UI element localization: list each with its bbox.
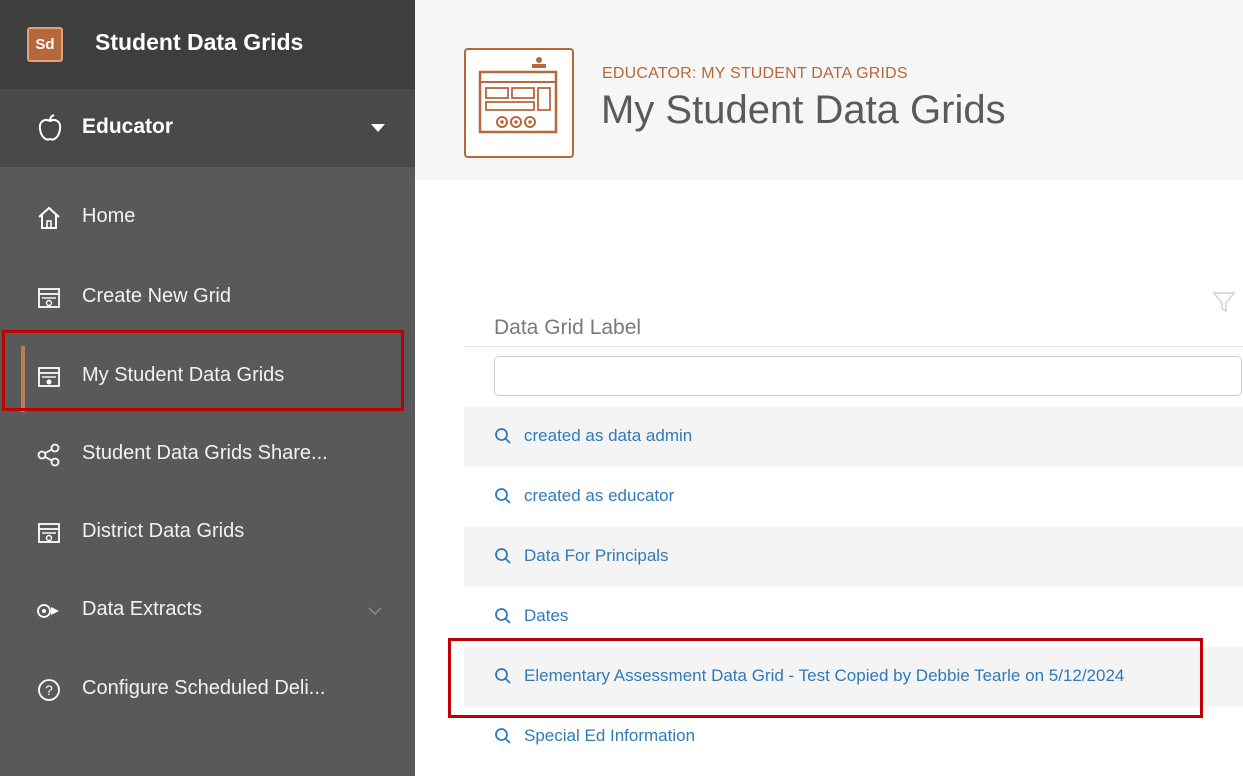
sidebar-item-data-extracts[interactable]: Data Extracts (0, 574, 415, 652)
sidebar-item-label: Home (82, 205, 136, 227)
extract-icon (37, 604, 59, 618)
search-icon (495, 728, 511, 744)
sidebar-item-label: Create New Grid (82, 285, 231, 307)
grid-link[interactable]: created as data admin (524, 426, 692, 446)
table-row[interactable]: Dates (464, 587, 1243, 647)
search-icon (495, 668, 511, 684)
caret-down-icon[interactable] (371, 124, 385, 132)
grid-link[interactable]: Elementary Assessment Data Grid - Test C… (524, 666, 1124, 686)
page-icon (464, 48, 574, 158)
svg-text:?: ? (45, 682, 53, 698)
filter-icon[interactable] (1212, 290, 1236, 314)
sidebar-item-label: District Data Grids (82, 520, 245, 542)
sidebar-item-home[interactable]: Home (0, 181, 415, 259)
sidebar-item-my-student-data-grids[interactable]: My Student Data Grids (0, 340, 415, 418)
search-icon (495, 428, 511, 444)
grid-form-icon (38, 523, 60, 543)
search-icon (495, 608, 511, 624)
role-label: Educator (82, 115, 174, 138)
active-indicator (21, 346, 25, 412)
search-icon (495, 488, 511, 504)
breadcrumb: EDUCATOR: MY STUDENT DATA GRIDS (602, 65, 908, 82)
help-circle-icon: ? (38, 679, 60, 701)
sidebar-item-configure-scheduled-delivery[interactable]: ? Configure Scheduled Deli... (0, 653, 415, 731)
table-row[interactable]: Elementary Assessment Data Grid - Test C… (464, 647, 1243, 707)
label-filter-input[interactable] (494, 356, 1242, 396)
sidebar-item-district-data-grids[interactable]: District Data Grids (0, 496, 415, 574)
search-icon (495, 548, 511, 564)
share-icon (37, 443, 60, 467)
sidebar-item-create-new-grid[interactable]: Create New Grid (0, 261, 415, 339)
grid-link[interactable]: created as educator (524, 486, 674, 506)
home-icon (38, 206, 60, 229)
table-row[interactable]: Data For Principals (464, 527, 1243, 587)
column-header-data-grid-label[interactable]: Data Grid Label (494, 316, 641, 340)
sidebar-item-label: Student Data Grids Share... (82, 442, 328, 464)
table-row[interactable]: Special Ed Information (464, 707, 1243, 767)
grid-link[interactable]: Special Ed Information (524, 726, 695, 746)
grid-link[interactable]: Data For Principals (524, 546, 669, 566)
sidebar-item-label: My Student Data Grids (82, 364, 285, 386)
grid-form-icon (38, 288, 60, 308)
data-grid-illustration-icon (478, 57, 558, 134)
divider (464, 346, 1243, 347)
sidebar-item-shared-grids[interactable]: Student Data Grids Share... (0, 418, 415, 496)
page-title: My Student Data Grids (601, 88, 1006, 132)
app-title: Student Data Grids (95, 29, 304, 55)
app-logo: Sd (27, 27, 63, 62)
grid-form-icon (38, 367, 60, 387)
sidebar-item-label: Configure Scheduled Deli... (82, 677, 326, 699)
table-row[interactable]: created as data admin (464, 407, 1243, 467)
chevron-down-icon[interactable] (368, 604, 382, 618)
apple-icon (38, 114, 62, 141)
sidebar-item-label: Data Extracts (82, 598, 203, 620)
table-row[interactable]: created as educator (464, 467, 1243, 527)
grid-link[interactable]: Dates (524, 606, 568, 626)
app-header: Sd Student Data Grids (0, 0, 415, 89)
